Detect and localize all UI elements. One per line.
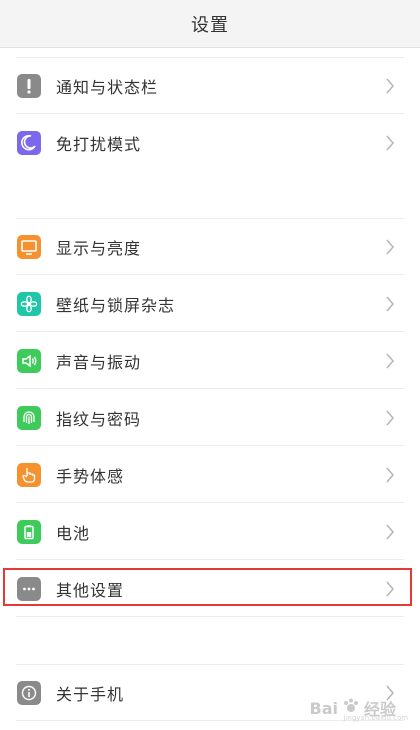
moon-icon bbox=[17, 130, 41, 155]
more-icon bbox=[17, 576, 41, 601]
chevron-right-icon bbox=[382, 135, 398, 151]
settings-item-notifications[interactable]: 通知与状态栏 bbox=[0, 57, 420, 114]
row-divider bbox=[16, 616, 404, 617]
settings-item-label: 电池 bbox=[56, 523, 91, 543]
settings-item-other-settings[interactable]: 其他设置 bbox=[0, 560, 420, 617]
display-icon bbox=[17, 234, 41, 259]
sound-icon bbox=[17, 348, 41, 373]
settings-item-label: 免打扰模式 bbox=[56, 134, 142, 154]
settings-item-label: 壁纸与锁屏杂志 bbox=[56, 295, 176, 315]
settings-item-label: 关于手机 bbox=[56, 684, 125, 704]
watermark: Bai 经验 jingyan.baidu.com bbox=[309, 696, 408, 722]
gesture-icon bbox=[17, 462, 41, 487]
settings-item-fingerprint[interactable]: 指纹与密码 bbox=[0, 389, 420, 446]
settings-item-gestures[interactable]: 手势体感 bbox=[0, 446, 420, 503]
settings-item-label: 其他设置 bbox=[56, 580, 125, 600]
notification-icon bbox=[17, 73, 41, 98]
settings-item-battery[interactable]: 电池 bbox=[0, 503, 420, 560]
settings-item-label: 指纹与密码 bbox=[56, 409, 142, 429]
settings-item-display[interactable]: 显示与亮度 bbox=[0, 218, 420, 275]
chevron-right-icon bbox=[382, 581, 398, 597]
chevron-right-icon bbox=[382, 296, 398, 312]
chevron-right-icon bbox=[382, 353, 398, 369]
info-icon bbox=[17, 680, 41, 705]
settings-item-do-not-disturb[interactable]: 免打扰模式 bbox=[0, 114, 420, 171]
chevron-right-icon bbox=[382, 239, 398, 255]
wallpaper-icon bbox=[17, 291, 41, 316]
watermark-url: jingyan.baidu.com bbox=[343, 714, 409, 722]
settings-item-label: 手势体感 bbox=[56, 466, 125, 486]
battery-icon bbox=[17, 519, 41, 544]
settings-item-wallpaper[interactable]: 壁纸与锁屏杂志 bbox=[0, 275, 420, 332]
settings-item-label: 通知与状态栏 bbox=[56, 77, 159, 97]
watermark-brand: Bai bbox=[309, 698, 338, 718]
settings-item-label: 显示与亮度 bbox=[56, 238, 142, 258]
title-bar: 设置 bbox=[0, 0, 420, 48]
fingerprint-icon bbox=[17, 405, 41, 430]
chevron-right-icon bbox=[382, 467, 398, 483]
chevron-right-icon bbox=[382, 524, 398, 540]
page-title: 设置 bbox=[191, 14, 229, 36]
chevron-right-icon bbox=[382, 78, 398, 94]
settings-item-sound[interactable]: 声音与振动 bbox=[0, 332, 420, 389]
chevron-right-icon bbox=[382, 410, 398, 426]
settings-item-label: 声音与振动 bbox=[56, 352, 142, 372]
